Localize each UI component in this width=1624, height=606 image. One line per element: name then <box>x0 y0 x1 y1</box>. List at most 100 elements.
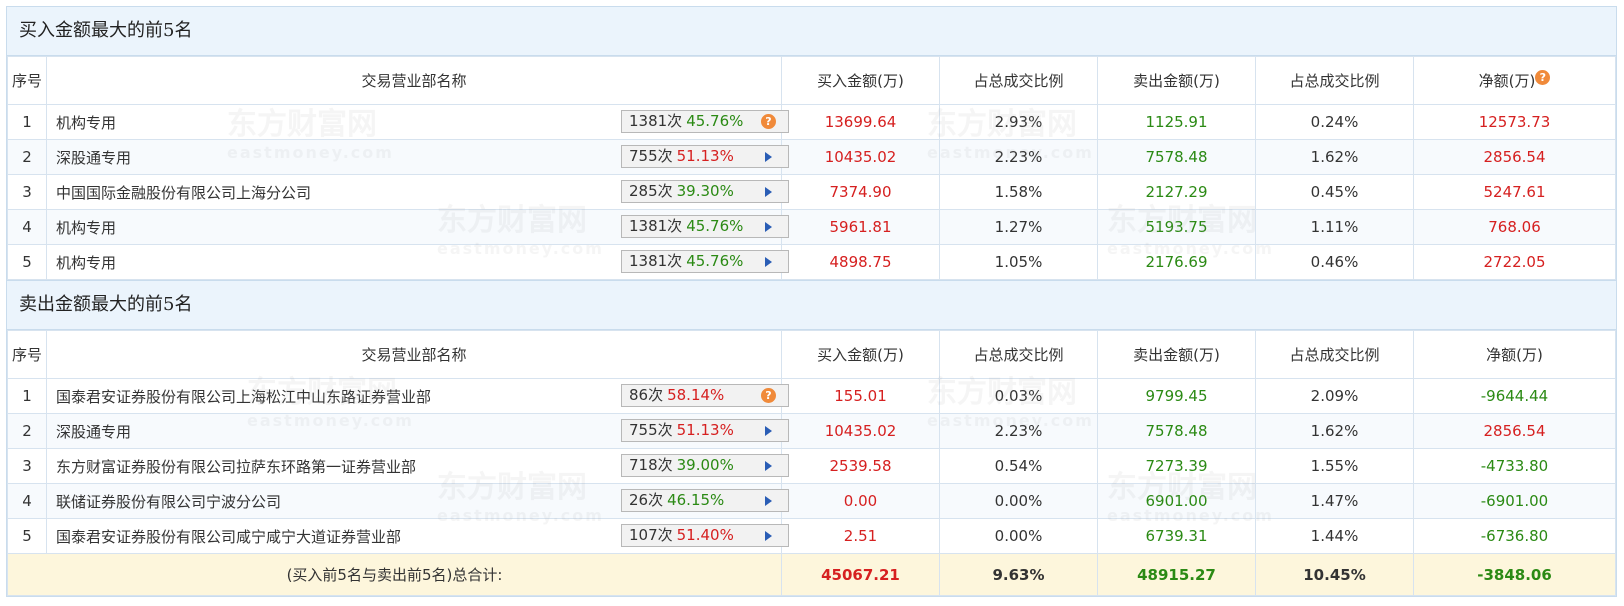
branch-name-cell: 联储证券股份有限公司宁波分公司 26次 46.15% <box>46 483 789 519</box>
sell-amount: 2127.29 <box>1097 174 1256 210</box>
expand-arrow-icon[interactable] <box>765 257 772 267</box>
col-buy-ratio-header: 占总成交比例 <box>939 56 1098 105</box>
total-net-amount: -3848.06 <box>1413 553 1616 596</box>
expand-arrow-icon[interactable] <box>765 461 772 471</box>
row-index: 2 <box>7 139 47 175</box>
sell-amount: 9799.45 <box>1097 378 1256 414</box>
row-index: 4 <box>7 209 47 245</box>
net-amount: 2856.54 <box>1413 139 1616 175</box>
expand-arrow-icon[interactable] <box>765 531 772 541</box>
expand-arrow-icon[interactable] <box>765 496 772 506</box>
branch-stat-box[interactable]: 1381次 45.76% <box>621 250 789 273</box>
branch-name-link[interactable]: 中国国际金融股份有限公司上海分公司 <box>56 184 311 202</box>
buy-ratio: 2.93% <box>939 104 1098 140</box>
branch-name-cell: 国泰君安证券股份有限公司上海松江中山东路证券营业部 86次 58.14%? <box>46 378 789 414</box>
branch-name-link[interactable]: 机构专用 <box>56 114 116 132</box>
sell-amount: 6901.00 <box>1097 483 1256 519</box>
branch-appear-count: 1381次 <box>629 252 683 270</box>
col-branch-name-header: 交易营业部名称 <box>46 56 782 105</box>
branch-name-link[interactable]: 国泰君安证券股份有限公司上海松江中山东路证券营业部 <box>56 388 431 406</box>
branch-name-link[interactable]: 国泰君安证券股份有限公司咸宁咸宁大道证券营业部 <box>56 528 401 546</box>
col-sell-ratio-header: 占总成交比例 <box>1255 56 1414 105</box>
buy-amount: 0.00 <box>781 483 940 519</box>
table-row: 3 中国国际金融股份有限公司上海分公司 285次 39.30% 7374.90 1.58%… <box>7 174 1616 210</box>
expand-arrow-icon[interactable] <box>765 222 772 232</box>
branch-stat-box[interactable]: 718次 39.00% <box>621 454 789 477</box>
sell-ratio: 0.45% <box>1255 174 1414 210</box>
branch-appear-count: 26次 <box>629 491 664 509</box>
lhb-detail-panel: 买入金额最大的前5名 序号 交易营业部名称 买入金额(万) 占总成交比例 卖出金… <box>6 6 1617 597</box>
sell-amount: 7273.39 <box>1097 448 1256 484</box>
row-index: 3 <box>7 174 47 210</box>
help-icon[interactable]: ? <box>761 388 776 403</box>
row-index: 1 <box>7 378 47 414</box>
table-row: 5 机构专用 1381次 45.76% 4898.75 1.05% 2176.69 0.46%… <box>7 244 1616 280</box>
buy-amount: 5961.81 <box>781 209 940 245</box>
table-row: 3 东方财富证券股份有限公司拉萨东环路第一证券营业部 718次 39.00% 2539.… <box>7 448 1616 484</box>
sell-ratio: 1.44% <box>1255 518 1414 554</box>
buy-ratio: 0.54% <box>939 448 1098 484</box>
expand-arrow-icon[interactable] <box>765 426 772 436</box>
net-amount: 12573.73 <box>1413 104 1616 140</box>
branch-name-cell: 深股通专用 755次 51.13% <box>46 413 789 449</box>
branch-name-cell: 东方财富证券股份有限公司拉萨东环路第一证券营业部 718次 39.00% <box>46 448 789 484</box>
sell-ratio: 0.24% <box>1255 104 1414 140</box>
branch-name-cell: 中国国际金融股份有限公司上海分公司 285次 39.30% <box>46 174 789 210</box>
branch-appear-count: 755次 <box>629 147 673 165</box>
total-label: (买入前5名与卖出前5名)总合计: <box>7 553 782 596</box>
sell-ratio: 1.55% <box>1255 448 1414 484</box>
buy-top5-table: 序号 交易营业部名称 买入金额(万) 占总成交比例 卖出金额(万) 占总成交比例… <box>7 56 1616 280</box>
sell-ratio: 1.62% <box>1255 413 1414 449</box>
branch-name-link[interactable]: 深股通专用 <box>56 149 131 167</box>
branch-name-link[interactable]: 深股通专用 <box>56 423 131 441</box>
buy-ratio: 1.05% <box>939 244 1098 280</box>
table-row: 1 机构专用 1381次 45.76%? 13699.64 2.93% 1125.91 0.2… <box>7 104 1616 140</box>
buy-section-title: 买入金额最大的前5名 <box>7 7 1616 56</box>
branch-stat-box[interactable]: 755次 51.13% <box>621 145 789 168</box>
table-row: 2 深股通专用 755次 51.13% 10435.02 2.23% 7578.48 1.62… <box>7 413 1616 449</box>
branch-appear-count: 718次 <box>629 456 673 474</box>
col-index-header: 序号 <box>7 330 47 379</box>
sell-ratio: 1.62% <box>1255 139 1414 175</box>
branch-name-link[interactable]: 东方财富证券股份有限公司拉萨东环路第一证券营业部 <box>56 458 416 476</box>
help-icon[interactable]: ? <box>761 114 776 129</box>
table-row: 5 国泰君安证券股份有限公司咸宁咸宁大道证券营业部 107次 51.40% 2.51 0.… <box>7 518 1616 554</box>
net-amount: 5247.61 <box>1413 174 1616 210</box>
sell-amount: 1125.91 <box>1097 104 1256 140</box>
col-net-header: 净额(万) <box>1413 330 1616 379</box>
branch-stat-box[interactable]: 26次 46.15% <box>621 489 789 512</box>
buy-amount: 2.51 <box>781 518 940 554</box>
branch-appear-count: 1381次 <box>629 217 683 235</box>
branch-stat-box[interactable]: 86次 58.14%? <box>621 384 789 407</box>
buy-table-body: 1 机构专用 1381次 45.76%? 13699.64 2.93% 1125.91 0.2… <box>7 104 1616 280</box>
sell-amount: 5193.75 <box>1097 209 1256 245</box>
total-buy-amount: 45067.21 <box>781 553 940 596</box>
net-amount: -6901.00 <box>1413 483 1616 519</box>
branch-name-link[interactable]: 机构专用 <box>56 254 116 272</box>
help-icon[interactable]: ? <box>1535 70 1551 85</box>
total-buy-ratio: 9.63% <box>939 553 1098 596</box>
buy-ratio: 2.23% <box>939 413 1098 449</box>
branch-stat-box[interactable]: 1381次 45.76%? <box>621 110 789 133</box>
branch-stat-box[interactable]: 1381次 45.76% <box>621 215 789 238</box>
branch-name-link[interactable]: 联储证券股份有限公司宁波分公司 <box>56 493 281 511</box>
sell-amount: 7578.48 <box>1097 413 1256 449</box>
col-sell-ratio-header: 占总成交比例 <box>1255 330 1414 379</box>
sell-top5-table: 序号 交易营业部名称 买入金额(万) 占总成交比例 卖出金额(万) 占总成交比例… <box>7 330 1616 596</box>
sell-table-header: 序号 交易营业部名称 买入金额(万) 占总成交比例 卖出金额(万) 占总成交比例… <box>7 330 1616 379</box>
buy-ratio: 2.23% <box>939 139 1098 175</box>
branch-stat-box[interactable]: 755次 51.13% <box>621 419 789 442</box>
branch-stat-box[interactable]: 107次 51.40% <box>621 524 789 547</box>
buy-ratio: 0.03% <box>939 378 1098 414</box>
branch-appear-count: 285次 <box>629 182 673 200</box>
expand-arrow-icon[interactable] <box>765 187 772 197</box>
buy-amount: 10435.02 <box>781 413 940 449</box>
branch-stat-box[interactable]: 285次 39.30% <box>621 180 789 203</box>
branch-appear-count: 755次 <box>629 421 673 439</box>
expand-arrow-icon[interactable] <box>765 152 772 162</box>
buy-ratio: 0.00% <box>939 483 1098 519</box>
table-row: 4 联储证券股份有限公司宁波分公司 26次 46.15% 0.00 0.00% 6901.0… <box>7 483 1616 519</box>
sell-section-title: 卖出金额最大的前5名 <box>7 280 1616 330</box>
net-amount: -9644.44 <box>1413 378 1616 414</box>
branch-name-link[interactable]: 机构专用 <box>56 219 116 237</box>
